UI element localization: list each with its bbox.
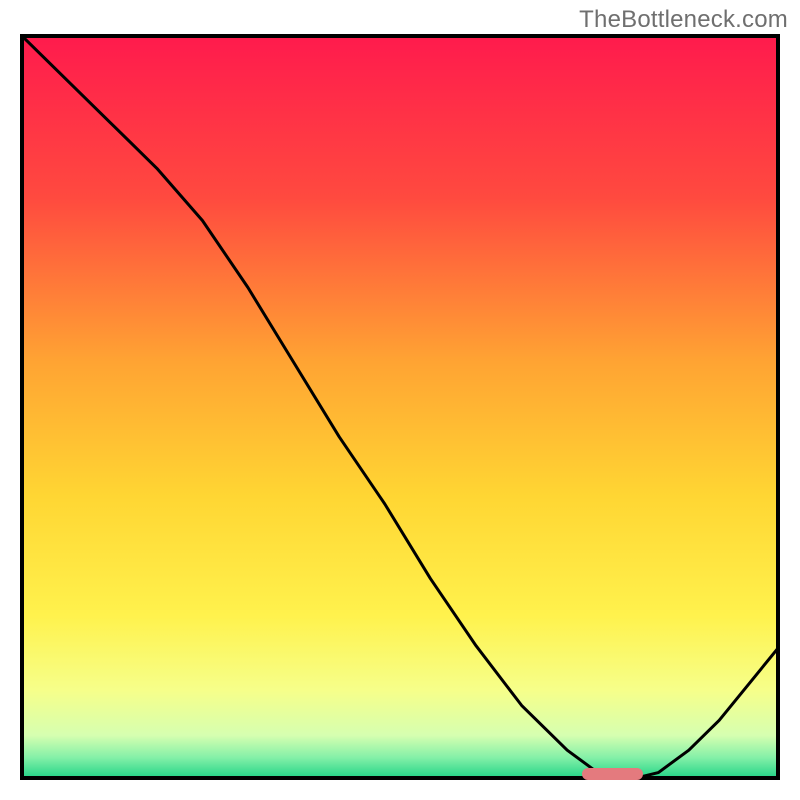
chart-svg xyxy=(20,34,780,780)
optimal-marker xyxy=(582,768,643,780)
chart-root: TheBottleneck.com xyxy=(0,0,800,800)
watermark-text: TheBottleneck.com xyxy=(579,6,788,34)
plot-area xyxy=(20,34,780,780)
